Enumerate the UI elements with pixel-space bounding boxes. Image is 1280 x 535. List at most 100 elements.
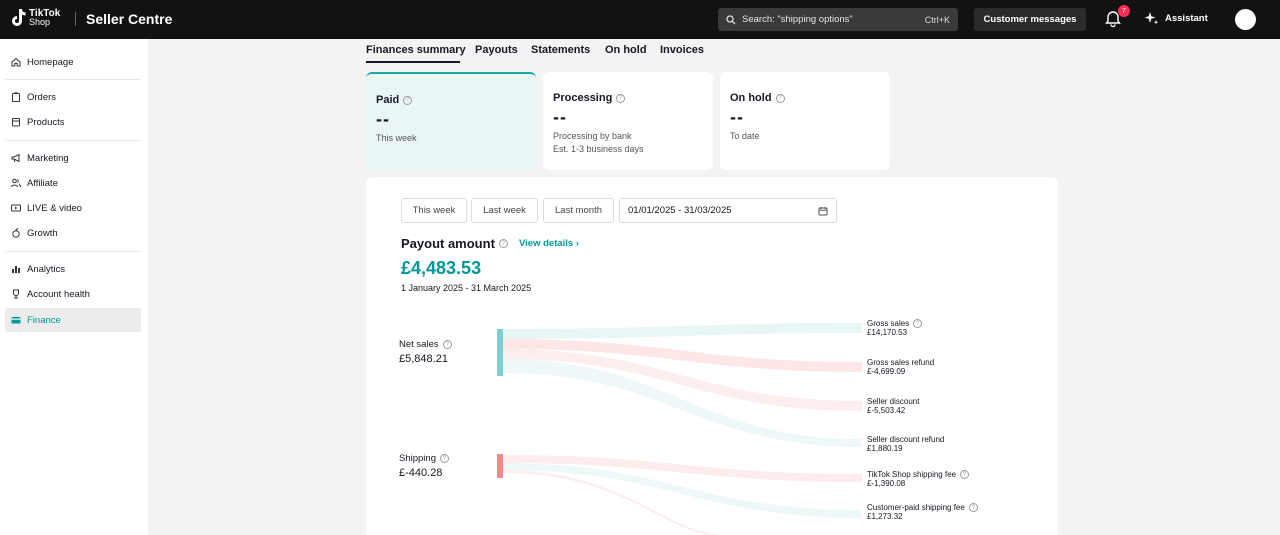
target-label-text: Seller discount xyxy=(867,397,920,406)
help-icon[interactable]: ? xyxy=(403,95,413,105)
on-hold-card[interactable]: On hold? -- To date xyxy=(720,72,890,170)
card-subtitle: To date xyxy=(730,131,760,141)
target-label-text: TikTok Shop shipping fee xyxy=(867,470,957,479)
sidebar-item-label: Products xyxy=(27,116,65,128)
sidebar-item-finance[interactable]: Finance xyxy=(5,308,141,332)
customer-messages-button[interactable]: Customer messages xyxy=(974,8,1086,31)
search-bar[interactable]: Search: "shipping options" Ctrl+K xyxy=(718,8,958,31)
sidebar-item-label: Affiliate xyxy=(27,177,58,189)
logo-divider xyxy=(75,12,76,26)
card-subtitle-line2: Est. 1-3 business days xyxy=(553,144,644,154)
card-subtitle-line1: Processing by bank xyxy=(553,131,632,141)
help-icon[interactable]: ? xyxy=(960,470,970,479)
help-icon[interactable]: ? xyxy=(442,340,452,349)
sidebar-item-growth[interactable]: Growth xyxy=(5,221,141,245)
search-shortcut: Ctrl+K xyxy=(924,14,950,25)
source-label-text: Net sales xyxy=(399,339,439,350)
sidebar-divider xyxy=(5,251,141,252)
search-placeholder: Search: "shipping options" xyxy=(742,14,853,25)
assistant-label: Assistant xyxy=(1165,13,1208,24)
sidebar-item-label: Growth xyxy=(27,227,58,239)
help-icon[interactable]: ? xyxy=(913,319,923,328)
assistant-button[interactable]: Assistant xyxy=(1144,11,1208,26)
tiktok-shop-logo[interactable]: TikTok Shop xyxy=(10,8,60,28)
seller-discount-refund-value: £1,880.19 xyxy=(867,444,903,453)
sidebar-item-account-health[interactable]: Account health xyxy=(5,282,141,306)
home-icon xyxy=(11,57,21,67)
card-value: -- xyxy=(730,107,744,127)
sidebar-item-homepage[interactable]: Homepage xyxy=(5,50,141,74)
sidebar-divider xyxy=(5,140,141,141)
box-icon xyxy=(12,118,20,127)
processing-card[interactable]: Processing? -- Processing by bank Est. 1-… xyxy=(543,72,713,170)
seller-discount-refund-label: Seller discount refund xyxy=(867,435,944,444)
customer-shipping-fee-value: £1,273.32 xyxy=(867,512,903,521)
net-sales-label: Net sales? xyxy=(399,339,452,350)
payout-panel: This week Last week Last month 01/01/202… xyxy=(366,177,1058,535)
help-icon[interactable]: ? xyxy=(439,454,449,463)
shipping-value: £-440.28 xyxy=(399,467,443,479)
sidebar-item-label: Analytics xyxy=(27,263,66,275)
tab-on-hold[interactable]: On hold xyxy=(605,44,647,56)
sidebar-item-analytics[interactable]: Analytics xyxy=(5,257,141,281)
net-sales-value: £5,848.21 xyxy=(399,353,448,365)
shipping-label: Shipping? xyxy=(399,453,449,464)
top-bar: TikTok Shop Seller Centre Search: "shipp… xyxy=(0,0,1280,39)
seller-discount-label: Seller discount xyxy=(867,397,919,406)
sidebar-item-products[interactable]: Products xyxy=(5,110,141,134)
tab-invoices[interactable]: Invoices xyxy=(660,44,704,56)
sidebar: Homepage Orders Products Marketing Affil… xyxy=(0,39,148,535)
notification-badge: 7 xyxy=(1118,5,1130,17)
card-title: On hold xyxy=(730,92,772,104)
clipboard-icon xyxy=(12,92,20,102)
tab-payouts[interactable]: Payouts xyxy=(475,44,518,56)
card-value: -- xyxy=(376,109,390,129)
megaphone-icon xyxy=(11,153,20,163)
payout-sankey-diagram xyxy=(497,323,862,535)
card-subtitle: This week xyxy=(376,133,417,143)
sidebar-item-orders[interactable]: Orders xyxy=(5,85,141,109)
shipping-node xyxy=(497,454,503,478)
wallet-icon xyxy=(11,317,21,324)
people-icon xyxy=(11,178,21,188)
logo-line2: Shop xyxy=(29,17,51,27)
paid-card[interactable]: Paid? -- This week xyxy=(366,72,536,170)
card-subtitle: Processing by bank Est. 1-3 business days xyxy=(553,130,703,156)
sidebar-item-live-video[interactable]: LIVE & video xyxy=(5,196,141,220)
sidebar-item-label: LIVE & video xyxy=(27,202,82,214)
target-label-text: Gross sales xyxy=(867,319,910,328)
customer-shipping-fee-label: Customer-paid shipping fee? xyxy=(867,503,978,512)
help-icon[interactable]: ? xyxy=(616,93,626,103)
avatar[interactable] xyxy=(1235,9,1256,30)
target-label-text: Customer-paid shipping fee xyxy=(867,503,965,512)
card-title: Processing xyxy=(553,92,613,104)
target-label-text: Seller discount refund xyxy=(867,435,945,444)
gross-sales-refund-label: Gross sales refund xyxy=(867,358,934,367)
sidebar-item-label: Orders xyxy=(27,91,57,103)
card-title: Paid xyxy=(376,94,400,106)
source-label-text: Shipping xyxy=(399,453,436,464)
flow-net-sales-gross-sales xyxy=(503,323,862,339)
gross-sales-label: Gross sales? xyxy=(867,319,923,328)
sidebar-item-label: Homepage xyxy=(27,56,74,68)
app-title: Seller Centre xyxy=(86,11,173,27)
bar-chart-icon xyxy=(12,266,20,273)
search-icon xyxy=(726,14,736,24)
tiktok-note-icon xyxy=(12,9,26,26)
card-value: -- xyxy=(553,107,567,127)
trophy-icon xyxy=(13,289,19,299)
gross-sales-refund-value: £-4,699.09 xyxy=(867,367,906,376)
sidebar-item-label: Marketing xyxy=(27,152,69,164)
seller-discount-value: £-5,503.42 xyxy=(867,406,906,415)
gross-sales-value: £14,170.53 xyxy=(867,328,908,337)
help-icon[interactable]: ? xyxy=(775,93,785,103)
active-tab-indicator xyxy=(366,61,460,63)
help-icon[interactable]: ? xyxy=(968,503,978,512)
tab-finances-summary[interactable]: Finances summary xyxy=(366,44,466,56)
flow-shipping-extra xyxy=(503,470,726,535)
sidebar-item-label: Account health xyxy=(27,288,90,300)
tab-statements[interactable]: Statements xyxy=(531,44,590,56)
sidebar-item-affiliate[interactable]: Affiliate xyxy=(5,171,141,195)
sidebar-item-marketing[interactable]: Marketing xyxy=(5,146,141,170)
sidebar-divider xyxy=(5,79,141,80)
